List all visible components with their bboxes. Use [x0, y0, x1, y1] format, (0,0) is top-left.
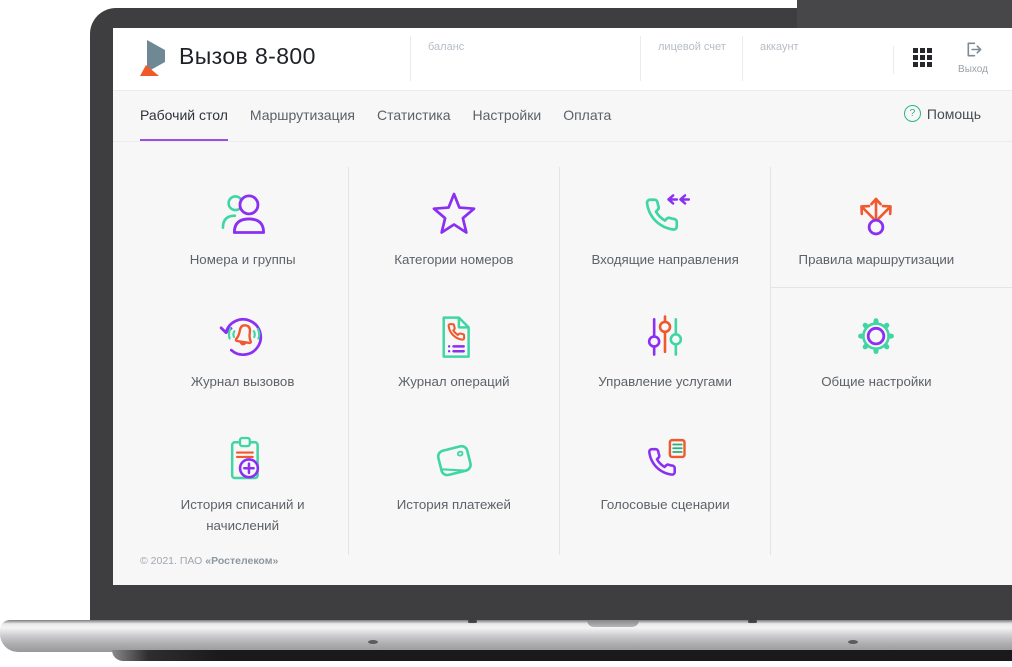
tile-number-categories[interactable]: Категории номеров — [348, 165, 559, 287]
tile-label: История платежей — [396, 497, 511, 512]
charges-history-icon — [230, 436, 259, 480]
sliders-icon — [648, 315, 683, 356]
laptop-bezel-top-right — [797, 0, 1012, 28]
tile-label: Голосовые сценарии — [600, 497, 730, 512]
app-header: Вызов 8-800 баланс лицевой счет аккаунт — [113, 28, 1012, 91]
tile-numbers-groups[interactable]: Номера и группы — [137, 165, 348, 287]
laptop-hinge-foot — [468, 620, 477, 623]
logout-button[interactable]: Выход — [949, 41, 997, 75]
logout-label: Выход — [958, 64, 988, 75]
laptop-screw — [368, 640, 378, 644]
tile-label: Управление услугами — [598, 374, 732, 389]
tile-label: История списаний и начислений — [180, 497, 305, 533]
star-icon — [432, 192, 476, 234]
tile-call-log[interactable]: Журнал вызовов — [137, 287, 348, 410]
tile-payments-history[interactable]: История платежей — [348, 410, 559, 555]
tab-desktop[interactable]: Рабочий стол — [140, 90, 228, 141]
tile-voice-scenarios[interactable]: Голосовые сценарии — [560, 410, 771, 555]
voice-scenario-icon — [648, 438, 686, 476]
tile-label: Номера и группы — [189, 252, 296, 267]
users-icon — [221, 194, 265, 234]
tile-label: Правила маршрутизации — [798, 252, 955, 267]
tile-charges-history[interactable]: История списаний и начислений — [137, 410, 348, 555]
tile-incoming-directions[interactable]: Входящие направления — [560, 165, 771, 287]
question-mark-icon: ? — [903, 105, 921, 122]
apps-grid-icon[interactable] — [913, 48, 933, 68]
routing-icon — [860, 197, 893, 236]
brand-logo-icon — [140, 40, 165, 76]
laptop-mockup: Вызов 8-800 баланс лицевой счет аккаунт — [0, 0, 1012, 667]
main-nav: Рабочий стол Маршрутизация Статистика На… — [113, 90, 1012, 142]
help-label: Помощь — [926, 105, 981, 122]
tile-label: Общие настройки — [821, 374, 932, 389]
wallet-icon — [436, 444, 472, 477]
header-divider — [640, 36, 641, 81]
gear-icon — [858, 318, 895, 354]
tile-label: Категории номеров — [394, 252, 514, 267]
copyright-brand: «Ростелеком» — [205, 555, 279, 567]
tile-label: Входящие направления — [591, 252, 739, 267]
logout-icon — [967, 42, 981, 57]
operations-log-icon — [442, 316, 470, 358]
tab-payment[interactable]: Оплата — [563, 90, 611, 141]
laptop-lid-notch — [587, 620, 639, 627]
copyright: © 2021. ПАО «Ростелеком» — [140, 555, 278, 567]
balance-field-label: баланс — [428, 41, 465, 53]
tab-statistics[interactable]: Статистика — [377, 90, 451, 141]
header-divider — [742, 36, 743, 81]
tile-general-settings[interactable]: Общие настройки — [771, 287, 982, 410]
tab-routing[interactable]: Маршрутизация — [250, 90, 355, 141]
header-divider — [410, 36, 411, 81]
laptop-screw — [848, 640, 858, 644]
laptop-hinge-foot — [748, 620, 757, 623]
tile-routing-rules[interactable]: Правила маршрутизации — [771, 165, 982, 287]
tile-label: Журнал вызовов — [190, 374, 295, 389]
laptop-base — [0, 620, 1012, 652]
account-field-label: аккаунт — [760, 41, 799, 53]
tile-operations-log[interactable]: Журнал операций — [348, 287, 559, 410]
help-button[interactable]: ? Помощь — [903, 105, 981, 122]
call-log-icon — [219, 318, 262, 357]
tab-settings[interactable]: Настройки — [473, 90, 542, 141]
copyright-prefix: © 2021. ПАО — [140, 555, 206, 567]
page-title: Вызов 8-800 — [179, 43, 316, 69]
laptop-base-underside — [112, 650, 1012, 661]
tile-label: Журнал операций — [398, 374, 510, 389]
header-divider — [893, 46, 894, 74]
personal-account-field-label: лицевой счет — [658, 41, 726, 53]
dashboard-grid: Номера и группы Категории номеров Входящ… — [137, 165, 982, 555]
incoming-call-icon — [645, 194, 691, 231]
tile-service-management[interactable]: Управление услугами — [560, 287, 771, 410]
app-screen: Вызов 8-800 баланс лицевой счет аккаунт — [113, 28, 1012, 585]
